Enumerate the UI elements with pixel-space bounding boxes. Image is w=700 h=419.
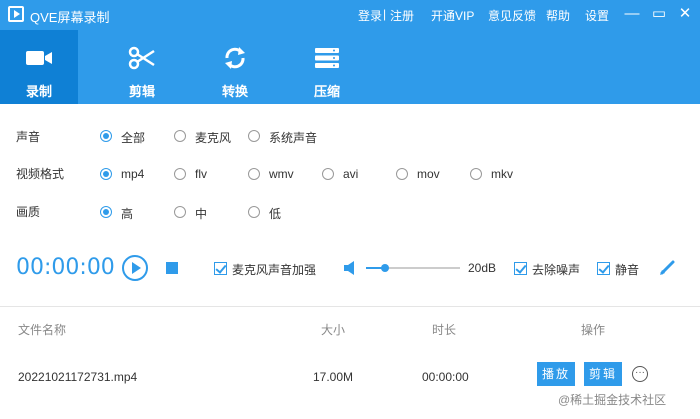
format-radio-mp4[interactable]	[100, 168, 112, 180]
main-toolbar: 录制 剪辑 转换 压缩	[0, 30, 700, 104]
start-record-button[interactable]	[122, 255, 148, 281]
tab-compress-label: 压缩	[313, 84, 340, 99]
sound-option-mic: 麦克风	[195, 131, 232, 145]
format-radio-mov[interactable]	[396, 168, 408, 180]
format-option-avi: avi	[343, 167, 359, 181]
format-option-flv: flv	[195, 167, 207, 181]
column-header-actions: 操作	[581, 323, 606, 337]
login-link[interactable]: 登录	[358, 7, 382, 24]
video-camera-icon	[26, 51, 52, 65]
format-label: 视频格式	[16, 167, 65, 181]
format-radio-avi[interactable]	[322, 168, 334, 180]
compress-icon	[315, 48, 339, 68]
sound-radio-all[interactable]	[100, 130, 112, 142]
pen-icon[interactable]	[658, 257, 678, 277]
stop-record-button[interactable]	[166, 262, 178, 274]
format-radio-wmv[interactable]	[248, 168, 260, 180]
sound-radio-mic[interactable]	[174, 130, 186, 142]
format-option-mp4: mp4	[121, 167, 145, 181]
refresh-icon	[225, 47, 245, 69]
file-size-cell: 17.00M	[313, 370, 354, 384]
vip-link[interactable]: 开通VIP	[431, 7, 474, 24]
quality-label: 画质	[16, 205, 41, 219]
noise-reduction-label: 去除噪声	[532, 263, 581, 277]
volume-icon[interactable]	[343, 261, 359, 275]
tab-compress[interactable]: 压缩	[288, 30, 366, 104]
tab-edit-label: 剪辑	[128, 84, 155, 99]
close-button[interactable]: ✕	[675, 4, 695, 24]
scissors-icon	[128, 46, 155, 70]
tab-edit[interactable]: 剪辑	[103, 30, 181, 104]
register-link[interactable]: 注册	[390, 7, 414, 24]
mute-label: 静音	[615, 263, 640, 277]
tab-record[interactable]: 录制	[0, 30, 78, 104]
volume-db-value: 20dB	[468, 261, 497, 275]
quality-option-medium: 中	[195, 207, 208, 221]
play-file-button[interactable]: 播放	[537, 362, 575, 386]
file-name-cell: 20221021172731.mp4	[18, 370, 138, 384]
column-header-duration: 时长	[432, 323, 457, 337]
volume-slider[interactable]	[366, 264, 460, 272]
tab-convert-label: 转换	[221, 84, 248, 99]
maximize-button[interactable]: ▭	[649, 4, 669, 24]
tab-convert[interactable]: 转换	[196, 30, 274, 104]
column-header-name: 文件名称	[18, 323, 67, 337]
record-timer: 00:00:00	[16, 255, 115, 280]
sound-radio-system[interactable]	[248, 130, 260, 142]
watermark: @稀土掘金技术社区	[558, 393, 667, 407]
edit-file-button[interactable]: 剪辑	[584, 362, 622, 386]
sound-option-system: 系统声音	[269, 131, 318, 145]
volume-slider-thumb[interactable]	[380, 264, 389, 272]
format-option-mov: mov	[417, 167, 440, 181]
tab-record-label: 录制	[25, 84, 52, 99]
noise-reduction-checkbox[interactable]	[514, 262, 527, 275]
format-radio-mkv[interactable]	[470, 168, 482, 180]
quality-radio-high[interactable]	[100, 206, 112, 218]
sound-option-all: 全部	[121, 131, 146, 145]
format-option-mkv: mkv	[491, 167, 513, 181]
quality-option-low: 低	[269, 207, 282, 221]
quality-radio-medium[interactable]	[174, 206, 186, 218]
format-option-wmv: wmv	[269, 167, 294, 181]
more-options-icon[interactable]: ···	[632, 366, 648, 382]
settings-link[interactable]: 设置	[585, 7, 609, 24]
quality-option-high: 高	[121, 207, 134, 221]
column-header-size: 大小	[321, 323, 346, 337]
help-link[interactable]: 帮助	[546, 7, 570, 24]
feedback-link[interactable]: 意见反馈	[488, 7, 536, 24]
sound-label: 声音	[16, 130, 41, 144]
mute-checkbox[interactable]	[597, 262, 610, 275]
app-title: QVE屏幕录制	[30, 10, 110, 25]
format-radio-flv[interactable]	[174, 168, 186, 180]
mic-boost-checkbox[interactable]	[214, 262, 227, 275]
file-duration-cell: 00:00:00	[422, 370, 469, 384]
quality-radio-low[interactable]	[248, 206, 260, 218]
minimize-button[interactable]: —	[622, 4, 642, 24]
divider	[0, 306, 700, 307]
app-logo-icon	[8, 6, 24, 22]
link-separator: |	[383, 7, 387, 21]
mic-boost-label: 麦克风声音加强	[232, 263, 317, 277]
title-bar: QVE屏幕录制 登录 | 注册 开通VIP 意见反馈 帮助 设置 — ▭ ✕	[0, 0, 700, 30]
